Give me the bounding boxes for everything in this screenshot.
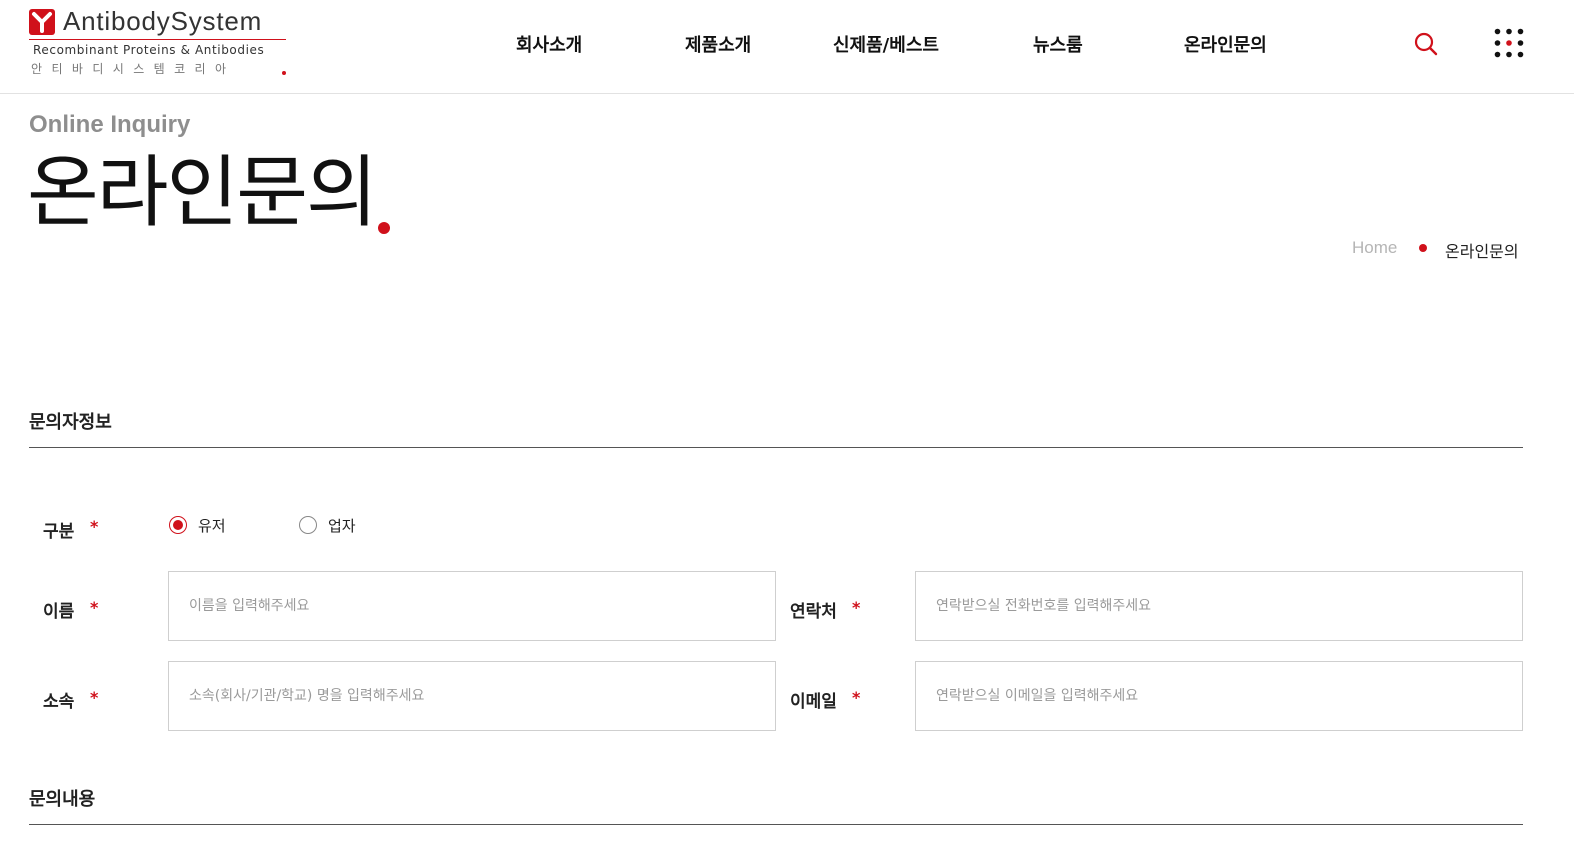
name-label: 이름	[43, 602, 75, 622]
type-label: 구분	[43, 522, 75, 542]
required-mark: *	[852, 598, 861, 617]
phone-label: 연락처	[790, 602, 837, 622]
logo-divider	[29, 39, 286, 40]
nav-item-company[interactable]: 회사소개	[516, 31, 582, 57]
nav-item-newsroom[interactable]: 뉴스룸	[1033, 31, 1083, 57]
section-title-inquiry-content: 문의내용	[29, 789, 96, 810]
logo-accent-dot	[282, 71, 286, 75]
phone-input[interactable]	[915, 571, 1523, 641]
title-accent-dot	[378, 222, 390, 234]
radio-unchecked-icon[interactable]	[299, 516, 317, 534]
required-mark: *	[90, 598, 99, 617]
search-icon[interactable]	[1413, 31, 1439, 57]
brand-name: AntibodySystem	[63, 6, 263, 36]
page-title: 온라인문의	[27, 148, 378, 238]
brand-logo[interactable]: AntibodySystem Recombinant Proteins & An…	[29, 6, 291, 80]
required-mark: *	[90, 688, 99, 707]
nav-item-online-inquiry[interactable]: 온라인문의	[1184, 31, 1267, 57]
required-mark: *	[90, 517, 99, 536]
nav-item-products[interactable]: 제품소개	[685, 31, 751, 57]
breadcrumb-separator-dot	[1419, 244, 1427, 252]
section-divider	[29, 824, 1523, 825]
section-title-inquirer-info: 문의자정보	[29, 412, 112, 433]
radio-user-label: 유저	[198, 517, 226, 535]
section-divider	[29, 447, 1523, 448]
radio-user[interactable]: 유저	[169, 515, 249, 537]
breadcrumb-home-link[interactable]: Home	[1352, 238, 1397, 258]
email-label: 이메일	[790, 692, 837, 712]
site-header: AntibodySystem Recombinant Proteins & An…	[0, 0, 1574, 94]
name-input[interactable]	[168, 571, 776, 641]
antibody-logo-icon	[29, 9, 55, 35]
radio-vendor-label: 업자	[328, 517, 356, 535]
grid-menu-icon[interactable]	[1494, 28, 1524, 58]
radio-vendor[interactable]: 업자	[299, 515, 379, 537]
brand-korean-name: 안티바디시스템코리아	[31, 62, 236, 76]
page-subtitle-english: Online Inquiry	[29, 111, 191, 138]
nav-item-new-best[interactable]: 신제품/베스트	[833, 31, 939, 57]
org-input[interactable]	[168, 661, 776, 731]
brand-subtitle: Recombinant Proteins & Antibodies	[33, 43, 265, 57]
radio-checked-icon[interactable]	[169, 516, 187, 534]
required-mark: *	[852, 688, 861, 707]
org-label: 소속	[43, 692, 75, 712]
breadcrumb-current: 온라인문의	[1445, 242, 1519, 261]
email-input[interactable]	[915, 661, 1523, 731]
